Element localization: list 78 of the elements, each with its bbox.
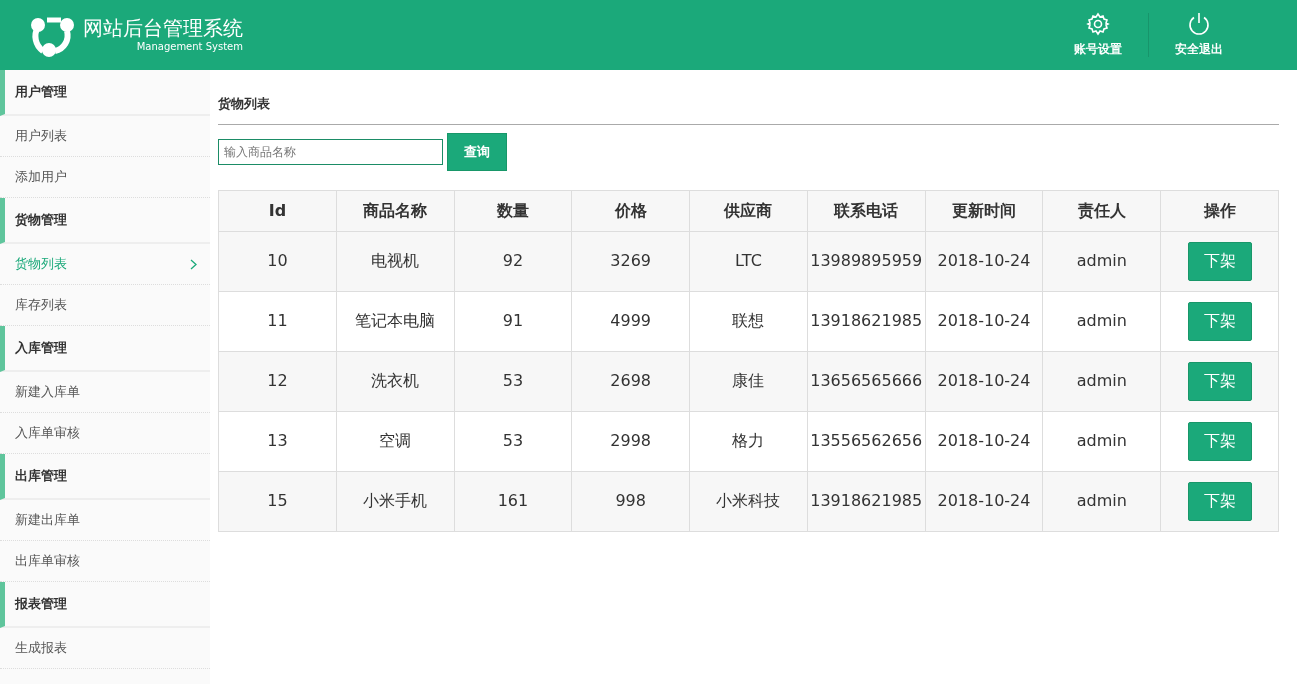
column-header: Id bbox=[218, 190, 337, 231]
column-header: 更新时间 bbox=[925, 190, 1043, 231]
site-title: 网站后台管理系统 bbox=[83, 16, 243, 39]
table-cell: 小米科技 bbox=[689, 471, 808, 531]
remove-button[interactable]: 下架 bbox=[1187, 361, 1252, 401]
table-cell: 康佳 bbox=[689, 351, 808, 411]
table-cell: admin bbox=[1042, 471, 1161, 531]
logout-button[interactable]: 安全退出 bbox=[1149, 0, 1249, 70]
table-cell: 13556562656 bbox=[807, 411, 926, 471]
power-icon bbox=[1187, 12, 1211, 36]
table-cell: 2018-10-24 bbox=[925, 291, 1043, 351]
menu-group-heading: 货物管理 bbox=[0, 198, 210, 244]
table-cell: 998 bbox=[571, 471, 690, 531]
menu-item[interactable]: 货物列表 bbox=[0, 244, 210, 285]
table-cell: 笔记本电脑 bbox=[336, 291, 455, 351]
table-cell: 2018-10-24 bbox=[925, 351, 1043, 411]
table-cell: 15 bbox=[218, 471, 337, 531]
column-header: 供应商 bbox=[689, 190, 808, 231]
table-cell: admin bbox=[1042, 411, 1161, 471]
menu-item[interactable]: 库存列表 bbox=[0, 285, 210, 326]
chevron-right-icon bbox=[190, 258, 197, 270]
table-cell: 格力 bbox=[689, 411, 808, 471]
table-cell: 161 bbox=[454, 471, 572, 531]
menu-item[interactable]: 入库单审核 bbox=[0, 413, 210, 454]
site-subtitle: Management System bbox=[135, 39, 243, 54]
menu-item[interactable]: 添加用户 bbox=[0, 157, 210, 198]
column-header: 联系电话 bbox=[807, 190, 926, 231]
menu-item[interactable]: 新建入库单 bbox=[0, 372, 210, 413]
column-header: 价格 bbox=[571, 190, 690, 231]
table-cell: 联想 bbox=[689, 291, 808, 351]
search-field[interactable]: 输入商品名称 bbox=[218, 138, 443, 165]
menu-item[interactable]: 新建出库单 bbox=[0, 500, 210, 541]
table-cell: admin bbox=[1042, 351, 1161, 411]
remove-button[interactable]: 下架 bbox=[1187, 421, 1252, 461]
table-cell: 53 bbox=[454, 411, 572, 471]
table-cell: 3269 bbox=[571, 231, 690, 291]
menu-group-heading: 用户管理 bbox=[0, 70, 210, 116]
table-cell: 12 bbox=[218, 351, 337, 411]
table-cell: 13656565666 bbox=[807, 351, 926, 411]
table-cell: 53 bbox=[454, 351, 572, 411]
table-cell: 13918621985 bbox=[807, 471, 926, 531]
menu-item[interactable]: 出库单审核 bbox=[0, 541, 210, 582]
menu-item[interactable]: 生成报表 bbox=[0, 628, 210, 669]
table-cell: 91 bbox=[454, 291, 572, 351]
table-cell: 洗衣机 bbox=[336, 351, 455, 411]
menu-group-heading: 出库管理 bbox=[0, 454, 210, 500]
column-header: 操作 bbox=[1160, 190, 1279, 231]
table-cell: 2018-10-24 bbox=[925, 471, 1043, 531]
menu-group-heading: 入库管理 bbox=[0, 326, 210, 372]
search-button[interactable]: 查询 bbox=[447, 132, 507, 171]
table-cell: 空调 bbox=[336, 411, 455, 471]
table-cell: 电视机 bbox=[336, 231, 455, 291]
menu-item[interactable]: 用户列表 bbox=[0, 116, 210, 157]
table-cell: 2018-10-24 bbox=[925, 231, 1043, 291]
remove-button[interactable]: 下架 bbox=[1187, 241, 1252, 281]
column-header: 数量 bbox=[454, 190, 572, 231]
settings-icon bbox=[1086, 12, 1110, 36]
table-cell: admin bbox=[1042, 291, 1161, 351]
remove-button[interactable]: 下架 bbox=[1187, 301, 1252, 341]
table-cell: LTC bbox=[689, 231, 808, 291]
table-cell: 13918621985 bbox=[807, 291, 926, 351]
table-cell: 13 bbox=[218, 411, 337, 471]
table-cell: 2018-10-24 bbox=[925, 411, 1043, 471]
table-cell: 11 bbox=[218, 291, 337, 351]
column-header: 责任人 bbox=[1042, 190, 1161, 231]
table-cell: 2698 bbox=[571, 351, 690, 411]
table-cell: 92 bbox=[454, 231, 572, 291]
table-cell: 2998 bbox=[571, 411, 690, 471]
settings-button[interactable]: 账号设置 bbox=[1048, 0, 1148, 70]
page-title: 货物列表 bbox=[218, 70, 1279, 125]
column-header: 商品名称 bbox=[336, 190, 455, 231]
table-cell: 4999 bbox=[571, 291, 690, 351]
table-cell: 13989895959 bbox=[807, 231, 926, 291]
table-cell: 小米手机 bbox=[336, 471, 455, 531]
remove-button[interactable]: 下架 bbox=[1187, 481, 1252, 521]
table-cell: 10 bbox=[218, 231, 337, 291]
table-cell: admin bbox=[1042, 231, 1161, 291]
menu-group-heading: 报表管理 bbox=[0, 582, 210, 628]
